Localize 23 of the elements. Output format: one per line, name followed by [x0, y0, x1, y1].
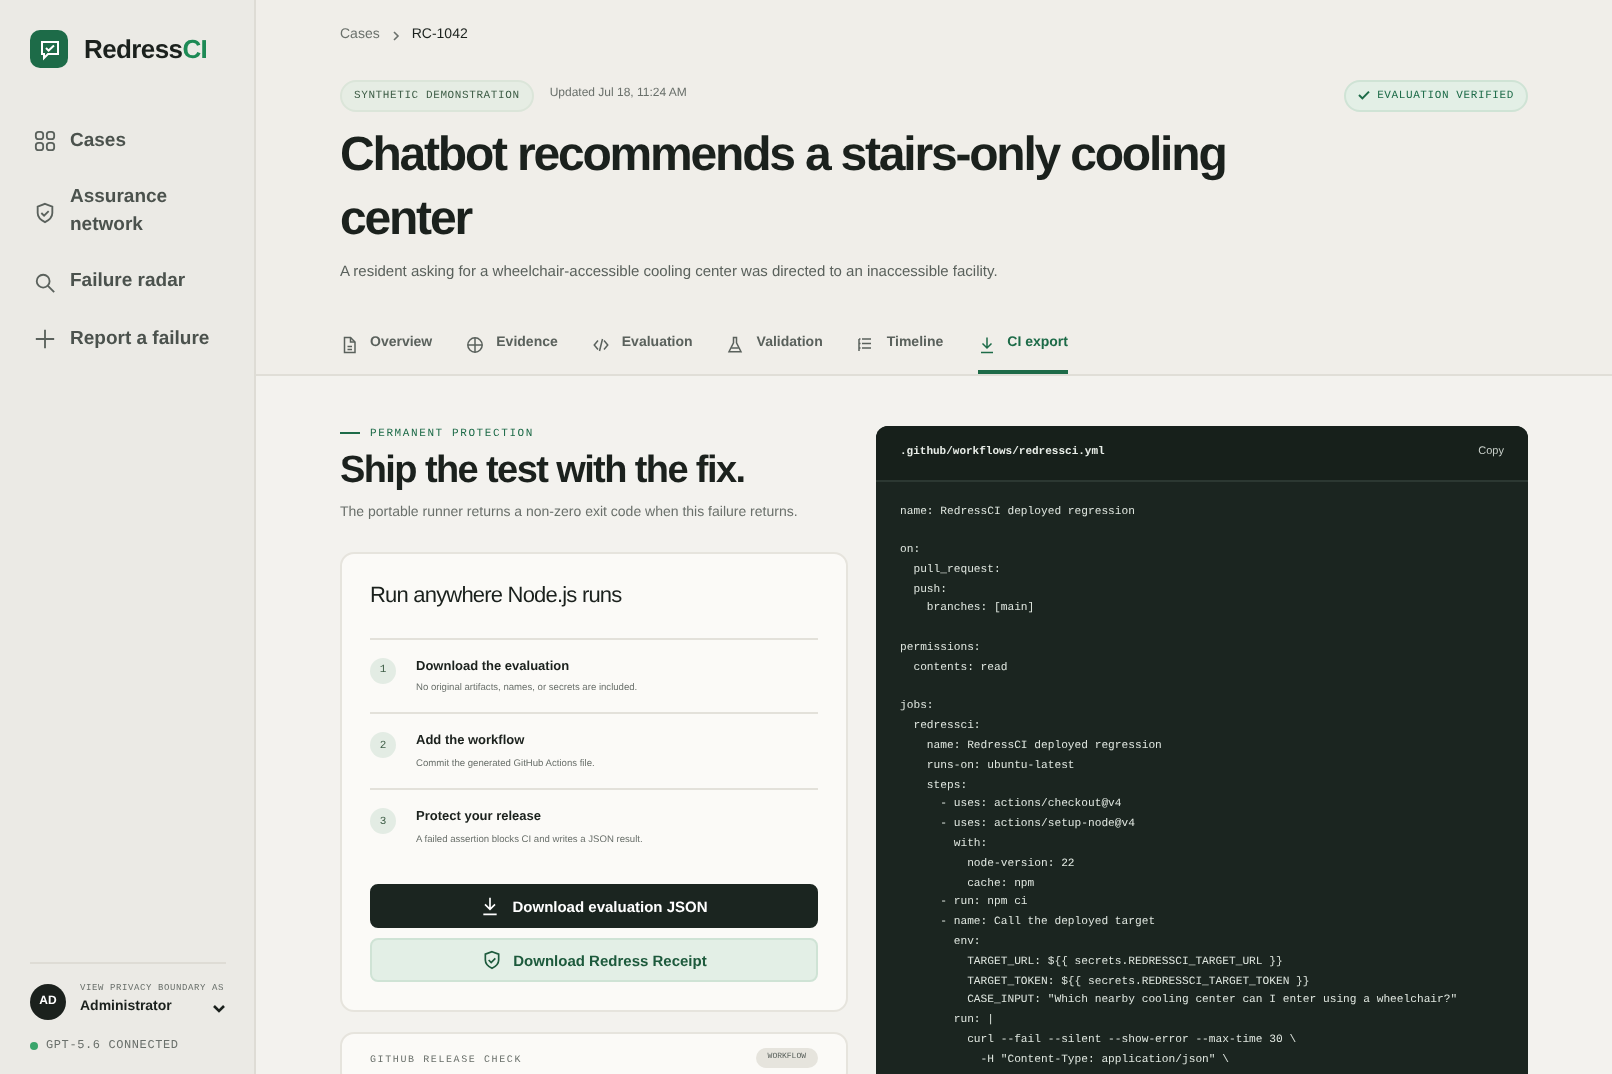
download-icon [977, 335, 996, 354]
code-icon [591, 335, 610, 354]
logo-icon [30, 30, 68, 69]
section-heading: Ship the test with the fix. [340, 449, 747, 496]
document-icon [340, 335, 358, 354]
chevron-right-icon [391, 30, 400, 43]
download-icon [480, 896, 501, 917]
brand-name: RedressCI [84, 32, 208, 68]
card-title: Run anywhere Node.js runs [370, 580, 818, 640]
list-icon [856, 335, 875, 354]
grid-icon [34, 130, 56, 153]
nav-item[interactable]: Failure radar [30, 258, 226, 307]
shield-icon [34, 201, 56, 223]
plus-icon [34, 328, 56, 351]
shield-icon [481, 950, 502, 971]
flask-icon [726, 335, 745, 354]
nav-item[interactable]: Report a failure [30, 315, 226, 364]
globe-icon [466, 335, 485, 354]
nav-item[interactable]: Cases [30, 117, 226, 166]
chevron-down-icon[interactable] [212, 1003, 226, 1014]
search-icon [34, 271, 56, 294]
nav-item[interactable]: Assurance network [30, 173, 226, 251]
case-title: Chatbot recommends a stairs-only cooling center [340, 125, 1228, 250]
